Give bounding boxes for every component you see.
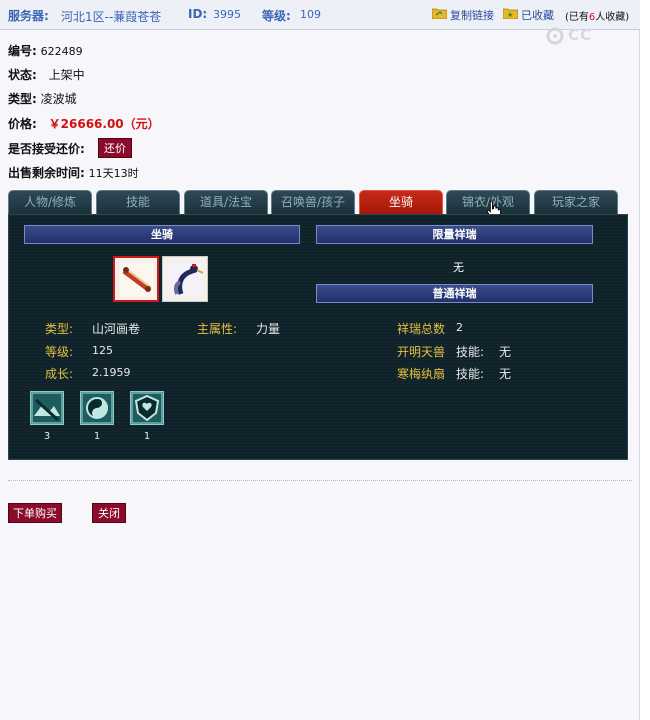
auspicious-total-label: 祥瑞总数 bbox=[397, 322, 446, 336]
mount-growth-value: 2.1959 bbox=[92, 366, 131, 379]
counter-offer-row: 是否接受还价: bbox=[8, 140, 85, 158]
mount-level-value: 125 bbox=[92, 344, 113, 357]
buy-button[interactable]: 下单购买 bbox=[8, 503, 62, 523]
level-label: 等级: bbox=[262, 9, 291, 23]
watermark-text: CC bbox=[568, 26, 593, 44]
yinyang-skill-count: 1 bbox=[93, 431, 101, 442]
yinyang-skill-icon[interactable] bbox=[80, 391, 114, 425]
normal-auspicious-header: 普通祥瑞 bbox=[316, 284, 593, 303]
beast-2-skill-value: 无 bbox=[499, 367, 512, 381]
folder-star-icon: ★ bbox=[502, 7, 519, 20]
remaining-time-row: 出售剩余时间: 11天13时 bbox=[8, 164, 139, 182]
type-value: 凌波城 bbox=[40, 92, 77, 106]
limited-auspicious-header: 限量祥瑞 bbox=[316, 225, 593, 244]
counter-offer-button[interactable]: 还价 bbox=[98, 138, 132, 158]
scroll-icon bbox=[118, 261, 156, 302]
close-button[interactable]: 关闭 bbox=[92, 503, 126, 523]
type-row: 类型: 凌波城 bbox=[8, 90, 77, 108]
status-label: 状态: bbox=[8, 68, 37, 82]
price-row: 价格: ￥26666.00（元） bbox=[8, 115, 160, 133]
status-row: 状态: 上架中 bbox=[8, 66, 85, 84]
tab-skills[interactable]: 技能 bbox=[96, 190, 180, 214]
mount-growth-label: 成长: bbox=[45, 367, 74, 381]
mount-item-slot-2[interactable] bbox=[162, 256, 208, 302]
beast-2-name: 寒梅纨扇 bbox=[397, 367, 446, 381]
tab-mount[interactable]: 坐骑 bbox=[359, 190, 443, 214]
divider bbox=[8, 480, 632, 481]
number-label: 编号: bbox=[8, 44, 37, 58]
shield-skill-icon[interactable] bbox=[130, 391, 164, 425]
crane-icon bbox=[166, 260, 204, 301]
mountain-skill-icon[interactable] bbox=[30, 391, 64, 425]
shield-skill-count: 1 bbox=[143, 431, 151, 442]
counter-offer-label: 是否接受还价: bbox=[8, 142, 85, 156]
mount-type-label: 类型: bbox=[45, 322, 74, 336]
price-value: ￥26666.00（元） bbox=[48, 117, 160, 131]
type-label: 类型: bbox=[8, 92, 37, 106]
copy-link-button[interactable]: 复制链接 bbox=[450, 7, 494, 23]
main-attribute-label: 主属性: bbox=[197, 322, 238, 336]
id-value: 3995 bbox=[213, 8, 241, 21]
beast-1-name: 开明天兽 bbox=[397, 345, 446, 359]
number-value: 622489 bbox=[40, 45, 83, 58]
mount-level-label: 等级: bbox=[45, 345, 74, 359]
tab-items[interactable]: 道具/法宝 bbox=[184, 190, 268, 214]
id-label: ID: bbox=[188, 7, 208, 21]
remaining-time-label: 出售剩余时间: bbox=[8, 166, 85, 180]
beast-1-skill-label: 技能: bbox=[456, 345, 485, 359]
tab-bar: 人物/修炼 技能 道具/法宝 召唤兽/孩子 坐骑 锦衣/外观 玩家之家 bbox=[8, 190, 628, 214]
folder-link-icon bbox=[431, 7, 448, 20]
tab-summons[interactable]: 召唤兽/孩子 bbox=[271, 190, 355, 214]
main-attribute-value: 力量 bbox=[256, 322, 281, 336]
server-value: 河北1区--蒹葭苍苍 bbox=[61, 10, 162, 24]
mount-header: 坐骑 bbox=[24, 225, 300, 244]
price-label: 价格: bbox=[8, 117, 37, 131]
remaining-time-value: 11天13时 bbox=[88, 167, 139, 180]
level-value: 109 bbox=[300, 8, 321, 21]
status-value: 上架中 bbox=[48, 68, 85, 82]
mount-type-value: 山河画卷 bbox=[92, 322, 141, 336]
tab-player-home[interactable]: 玩家之家 bbox=[534, 190, 618, 214]
auspicious-total-value: 2 bbox=[456, 321, 463, 334]
mount-panel: 坐骑 限量祥瑞 无 普通祥瑞 类型: 山河画卷 主属性: 力量 等级: 125 … bbox=[8, 214, 628, 460]
number-row: 编号: 622489 bbox=[8, 42, 83, 60]
page: 服务器: 河北1区--蒹葭苍苍 ID: 3995 等级: 109 复制链接 ★ … bbox=[0, 0, 640, 720]
mountain-skill-count: 3 bbox=[43, 431, 51, 442]
page-edge bbox=[640, 0, 650, 720]
limited-auspicious-value: 无 bbox=[453, 261, 464, 274]
favorited-button[interactable]: 已收藏 bbox=[521, 7, 554, 23]
beast-1-skill-value: 无 bbox=[499, 345, 512, 359]
mount-item-slot-1[interactable] bbox=[113, 256, 159, 302]
svg-text:★: ★ bbox=[507, 11, 513, 19]
beast-2-skill-label: 技能: bbox=[456, 367, 485, 381]
favorite-count: (已有6人收藏) bbox=[565, 12, 630, 23]
server-label: 服务器: bbox=[8, 9, 49, 23]
tab-character[interactable]: 人物/修炼 bbox=[8, 190, 92, 214]
